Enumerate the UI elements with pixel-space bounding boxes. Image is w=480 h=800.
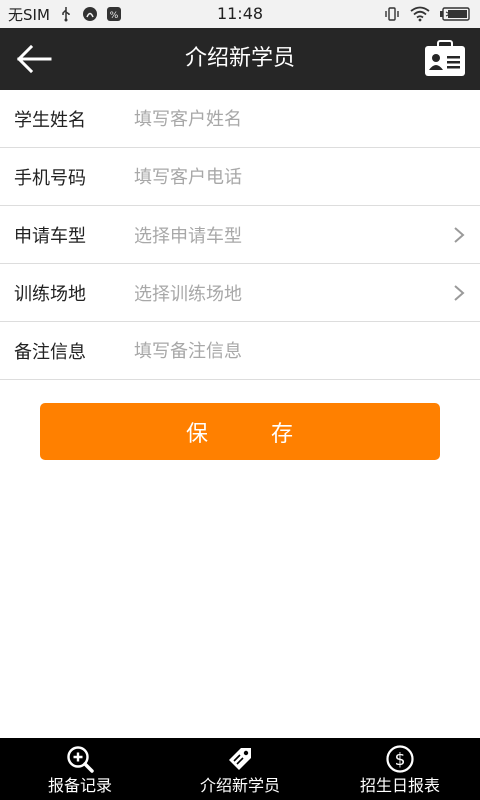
id-card-icon xyxy=(425,40,465,76)
form-row-training-site[interactable]: 训练场地 选择训练场地 xyxy=(0,264,480,322)
form-row-name: 学生姓名 xyxy=(0,90,480,148)
dollar-circle-icon: $ xyxy=(386,745,414,773)
form-row-phone: 手机号码 xyxy=(0,148,480,206)
nav-item-introduce-student[interactable]: 介绍新学员 xyxy=(160,738,320,800)
tag-icon xyxy=(229,748,251,770)
form-row-remarks: 备注信息 xyxy=(0,322,480,380)
nav-label-daily-report: 招生日报表 xyxy=(359,776,440,795)
save-button[interactable]: 保 存 xyxy=(40,403,440,460)
arrow-left-icon xyxy=(16,44,52,74)
remarks-input[interactable] xyxy=(134,331,434,371)
vehicle-type-label: 申请车型 xyxy=(14,225,86,247)
vibrate-icon xyxy=(385,7,399,21)
app-header: 介绍新学员 xyxy=(0,28,480,90)
id-card-button[interactable] xyxy=(422,38,468,80)
training-site-label: 训练场地 xyxy=(14,283,86,305)
remarks-label: 备注信息 xyxy=(14,341,86,363)
search-plus-icon xyxy=(67,746,94,773)
nav-label-introduce-student: 介绍新学员 xyxy=(199,776,280,795)
bottom-nav: 报备记录 介绍新学员 $ 招生日报表 xyxy=(0,738,480,800)
chevron-right-icon xyxy=(454,285,465,301)
nav-label-report-records: 报备记录 xyxy=(47,776,112,795)
back-button[interactable] xyxy=(10,37,58,81)
phone-input[interactable] xyxy=(134,157,434,197)
vehicle-type-select[interactable]: 选择申请车型 xyxy=(134,222,242,248)
chevron-right-icon xyxy=(454,227,465,243)
form-row-vehicle-type[interactable]: 申请车型 选择申请车型 xyxy=(0,206,480,264)
student-name-label: 学生姓名 xyxy=(14,109,86,131)
training-site-select[interactable]: 选择训练场地 xyxy=(134,280,242,306)
svg-text:$: $ xyxy=(395,750,406,770)
student-name-input[interactable] xyxy=(134,99,434,139)
nav-item-daily-report[interactable]: $ 招生日报表 xyxy=(320,738,480,800)
page-title: 介绍新学员 xyxy=(184,46,295,71)
save-label-char-2: 存 xyxy=(271,421,295,447)
status-bar: 无SIM % 11:48 xyxy=(0,0,480,28)
battery-icon xyxy=(440,7,470,21)
nav-item-report-records[interactable]: 报备记录 xyxy=(0,738,160,800)
save-label-char-1: 保 xyxy=(185,421,209,447)
wifi-icon xyxy=(410,6,430,22)
status-right xyxy=(384,4,470,24)
student-form: 学生姓名 手机号码 申请车型 选择申请车型 训练场地 选择训练场地 备注信息 xyxy=(0,90,480,380)
phone-label: 手机号码 xyxy=(14,167,86,189)
